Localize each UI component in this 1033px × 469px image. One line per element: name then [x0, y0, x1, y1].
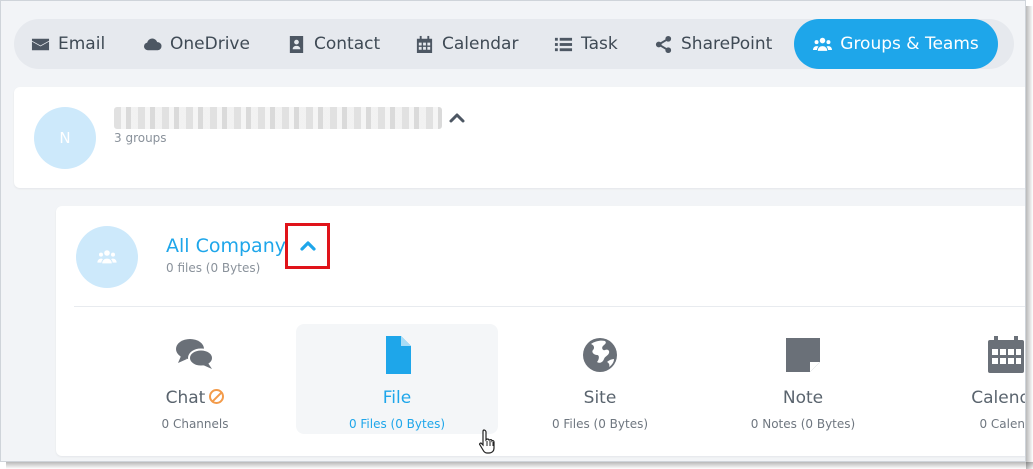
frame-shadow-bottom — [6, 462, 1033, 469]
calendar-icon — [416, 35, 433, 53]
service-chat-count: 0 Channels — [161, 417, 229, 431]
service-calendar-count: 0 Calend — [979, 417, 1025, 431]
tab-onedrive-label: OneDrive — [170, 34, 250, 54]
share-icon — [655, 35, 672, 53]
chevron-up-icon[interactable] — [448, 109, 466, 127]
chevron-up-icon[interactable] — [298, 237, 318, 255]
chat-label-text: Chat — [165, 388, 206, 408]
tab-onedrive[interactable]: OneDrive — [143, 19, 250, 69]
tab-calendar-label: Calendar — [442, 34, 519, 54]
tab-groups-teams-label: Groups & Teams — [840, 34, 979, 54]
tab-task[interactable]: Task — [554, 19, 618, 69]
groups-count: 3 groups — [114, 131, 167, 145]
disabled-icon — [209, 389, 225, 404]
service-file[interactable]: File 0 Files (0 Bytes) — [296, 324, 498, 434]
service-chat[interactable]: Chat 0 Channels — [94, 324, 296, 434]
account-email-redacted — [114, 107, 442, 129]
service-site-count: 0 Files (0 Bytes) — [551, 417, 649, 431]
cloud-icon — [143, 38, 162, 50]
tab-email-label: Email — [58, 34, 106, 54]
tab-contact[interactable]: Contact — [287, 19, 380, 69]
group-avatar — [76, 226, 138, 288]
chat-icon — [175, 336, 215, 374]
tab-sharepoint-label: SharePoint — [681, 34, 773, 54]
app-window: Email OneDrive Contact Calendar Task Sha… — [0, 0, 1026, 462]
group-title[interactable]: All Company — [166, 235, 286, 257]
service-calendar[interactable]: Calenda 0 Calend — [905, 324, 1025, 434]
tab-contact-label: Contact — [314, 34, 381, 54]
divider — [74, 306, 1025, 307]
service-file-count: 0 Files (0 Bytes) — [348, 417, 446, 431]
tab-email[interactable]: Email — [31, 19, 105, 69]
service-chat-label: Chat — [94, 388, 296, 408]
group-summary: 0 files (0 Bytes) — [166, 261, 261, 275]
service-calendar-label: Calenda — [971, 388, 1025, 408]
service-site-label: Site — [583, 388, 617, 408]
envelope-icon — [31, 38, 50, 50]
account-card[interactable]: N 3 groups — [14, 87, 1025, 188]
group-card: All Company 0 files (0 Bytes) Chat 0 Cha… — [56, 206, 1025, 456]
globe-icon — [580, 336, 620, 374]
service-file-label: File — [382, 388, 412, 408]
tab-sharepoint[interactable]: SharePoint — [654, 19, 772, 69]
group-users-icon — [97, 250, 117, 264]
contact-book-icon — [289, 35, 304, 53]
service-site[interactable]: Site 0 Files (0 Bytes) — [499, 324, 701, 434]
note-icon — [783, 336, 823, 374]
tab-calendar[interactable]: Calendar — [415, 19, 518, 69]
service-note-count: 0 Notes (0 Bytes) — [750, 417, 856, 431]
hand-cursor-icon — [478, 429, 495, 454]
list-icon — [554, 37, 573, 51]
users-icon — [813, 37, 833, 51]
tab-task-label: Task — [581, 34, 618, 54]
avatar: N — [34, 107, 96, 169]
service-note-label: Note — [782, 388, 824, 408]
service-note[interactable]: Note 0 Notes (0 Bytes) — [702, 324, 904, 434]
file-icon — [377, 336, 417, 374]
tab-groups-teams[interactable]: Groups & Teams — [794, 19, 998, 69]
frame-shadow-right — [1026, 6, 1033, 469]
calendar-icon — [986, 336, 1025, 374]
